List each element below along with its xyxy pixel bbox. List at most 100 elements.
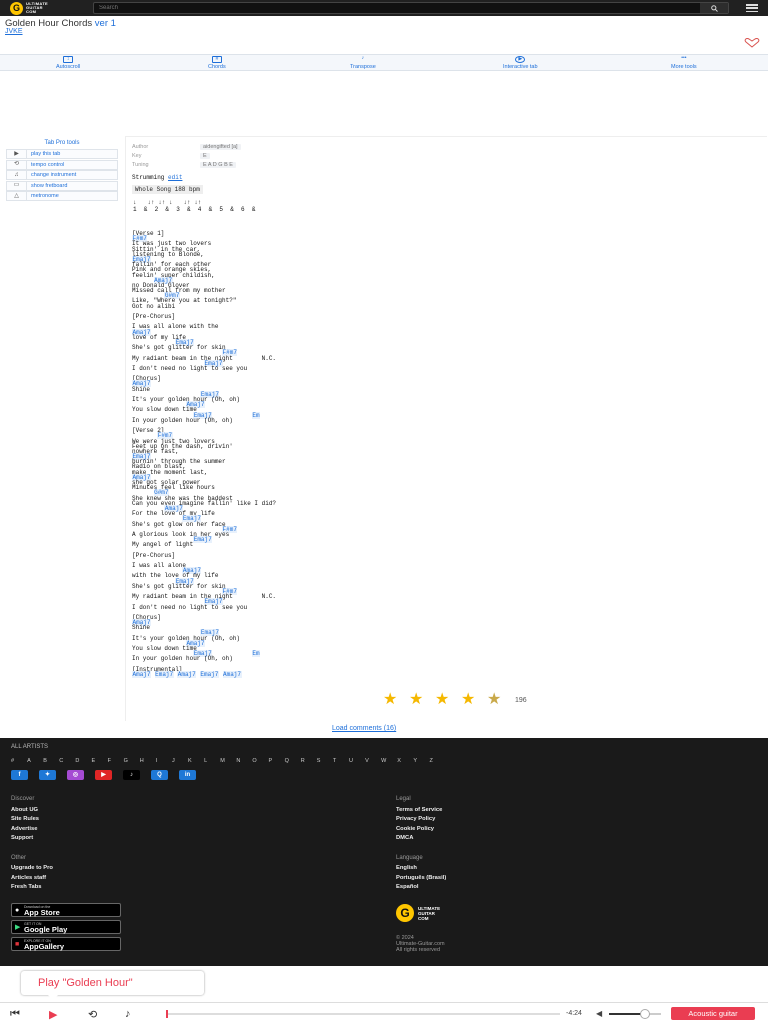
chord[interactable]: Amaj7	[222, 670, 242, 678]
rating-stars[interactable]: ★ ★ ★ ★ ★ 196	[383, 692, 527, 708]
star-icon[interactable]: ★	[409, 692, 427, 708]
tempo-note-icon[interactable]: ♪	[125, 1008, 131, 1020]
artist-letter-link[interactable]: N	[236, 758, 252, 764]
cookie-policy-link[interactable]: Cookie Policy	[396, 826, 434, 832]
strumming-edit-link[interactable]: edit	[168, 174, 182, 181]
artist-letter-link[interactable]: I	[156, 758, 172, 764]
play-this-tab-tool[interactable]: ▶ play this tab	[6, 149, 118, 159]
terms-link[interactable]: Terms of Service	[396, 807, 442, 813]
chord[interactable]: Emaj7	[193, 536, 213, 544]
progress-bar[interactable]	[166, 1013, 560, 1015]
artist-letter-link[interactable]: D	[75, 758, 91, 764]
language-english[interactable]: English	[396, 865, 417, 871]
artist-letter-link[interactable]: H	[140, 758, 156, 764]
artist-letter-link[interactable]: #	[11, 758, 27, 764]
site-rules-link[interactable]: Site Rules	[11, 816, 39, 822]
autoscroll-button[interactable]: ↕ Autoscroll	[56, 56, 80, 70]
chord[interactable]: Amaj7	[177, 670, 197, 678]
artist-letter-link[interactable]: X	[397, 758, 413, 764]
linkedin-icon[interactable]: in	[179, 770, 196, 780]
show-fretboard-tool[interactable]: ▭ show fretboard	[6, 180, 118, 191]
search-button[interactable]	[700, 3, 728, 13]
star-icon[interactable]: ★	[435, 692, 453, 708]
favorite-heart-icon[interactable]	[744, 38, 760, 48]
artist-letter-link[interactable]: W	[381, 758, 397, 764]
artist-letter-link[interactable]: Q	[285, 758, 301, 764]
advertise-link[interactable]: Advertise	[11, 826, 37, 832]
appgallery-badge[interactable]: ■ EXPLORE IT ON AppGallery	[11, 937, 121, 951]
play-icon[interactable]: ▶	[49, 1008, 57, 1021]
artist-letter-link[interactable]: Y	[413, 758, 429, 764]
twitter-icon[interactable]: ✦	[39, 770, 56, 780]
chord[interactable]: Em	[251, 411, 261, 419]
tempo-icon: ⟲	[7, 160, 27, 169]
artist-letter-link[interactable]: V	[365, 758, 381, 764]
tiktok-icon[interactable]: ♪	[123, 770, 140, 780]
instrument-selector[interactable]: Acoustic guitar	[671, 1007, 755, 1020]
chords-button[interactable]: # Chords	[208, 56, 226, 70]
artist-letter-link[interactable]: U	[349, 758, 365, 764]
metronome-tool[interactable]: △ metronome	[6, 191, 118, 201]
change-instrument-tool[interactable]: ♫ change instrument	[6, 170, 118, 180]
articles-staff-link[interactable]: Articles staff	[11, 875, 46, 881]
play-song-popup[interactable]: Play "Golden Hour"	[21, 971, 204, 995]
artist-letter-link[interactable]: P	[269, 758, 285, 764]
chord[interactable]: Emaj7	[199, 670, 219, 678]
strum-counts: 1 & 2 & 3 & 4 & 5 & 6 &	[133, 206, 256, 213]
star-icon[interactable]: ★	[461, 692, 479, 708]
artist-letter-link[interactable]: Z	[429, 758, 445, 764]
skip-back-icon[interactable]: ⏮	[10, 1008, 20, 1021]
artist-letter-link[interactable]: R	[301, 758, 317, 764]
instagram-icon[interactable]: ◎	[67, 770, 84, 780]
hamburger-menu-icon[interactable]	[746, 4, 758, 12]
chord[interactable]: Em	[251, 650, 261, 658]
google-play-badge[interactable]: ▶ GET IT ON Google Play	[11, 920, 121, 934]
language-portuguese[interactable]: Português (Brasil)	[396, 875, 446, 881]
author-value[interactable]: aidengifted [a]	[200, 143, 241, 150]
progress-handle[interactable]	[166, 1010, 168, 1018]
artist-letter-link[interactable]: L	[204, 758, 220, 764]
loop-icon[interactable]: ⟲	[88, 1008, 97, 1021]
artist-letter-link[interactable]: S	[317, 758, 333, 764]
artist-letter-link[interactable]: K	[188, 758, 204, 764]
support-link[interactable]: Support	[11, 835, 33, 841]
artist-link[interactable]: JVKE	[5, 28, 23, 35]
artist-letter-link[interactable]: B	[43, 758, 59, 764]
about-ug-link[interactable]: About UG	[11, 807, 38, 813]
ug-logo[interactable]: G ULTIMATE GUITAR COM	[10, 1, 48, 15]
version-link[interactable]: ver 1	[95, 18, 116, 29]
more-tools-button[interactable]: ••• More tools	[671, 56, 697, 71]
facebook-icon[interactable]: f	[11, 770, 28, 780]
transpose-button[interactable]: ♪ Transpose	[350, 56, 376, 71]
dmca-link[interactable]: DMCA	[396, 835, 413, 841]
volume-slider-handle[interactable]	[640, 1009, 651, 1019]
language-spanish[interactable]: Español	[396, 884, 419, 890]
privacy-link[interactable]: Privacy Policy	[396, 816, 435, 822]
chord[interactable]: Amaj7	[132, 670, 152, 678]
chord[interactable]: Emaj7	[154, 670, 174, 678]
volume-icon[interactable]: ◀	[596, 1009, 602, 1018]
artist-letter-link[interactable]: O	[252, 758, 268, 764]
artist-letter-link[interactable]: A	[27, 758, 43, 764]
app-store-badge[interactable]: ● Download on the App Store	[11, 903, 121, 917]
fresh-tabs-link[interactable]: Fresh Tabs	[11, 884, 42, 890]
artist-letter-link[interactable]: G	[124, 758, 140, 764]
artist-letter-link[interactable]: M	[220, 758, 236, 764]
artist-letter-link[interactable]: E	[91, 758, 107, 764]
artist-letter-link[interactable]: T	[333, 758, 349, 764]
load-comments-link[interactable]: Load comments (16)	[332, 725, 396, 732]
tempo-control-tool[interactable]: ⟲ tempo control	[6, 159, 118, 170]
star-icon[interactable]: ★	[383, 692, 401, 708]
search-input[interactable]	[94, 5, 694, 11]
artist-letter-link[interactable]: C	[59, 758, 75, 764]
interactive-tab-button[interactable]: ▶ Interactive tab	[503, 56, 538, 70]
footer-ug-logo[interactable]: G ULTIMATE GUITAR COM	[396, 904, 440, 922]
upgrade-pro-link[interactable]: Upgrade to Pro	[11, 865, 53, 871]
quora-icon[interactable]: Q	[151, 770, 168, 780]
tab-pro-tools-header[interactable]: Tab Pro tools	[6, 140, 118, 146]
artist-letter-link[interactable]: F	[108, 758, 124, 764]
play-circle-icon: ▶	[515, 56, 526, 63]
half-star-icon[interactable]: ★	[487, 692, 505, 708]
artist-letter-link[interactable]: J	[172, 758, 188, 764]
youtube-icon[interactable]: ▶	[95, 770, 112, 780]
